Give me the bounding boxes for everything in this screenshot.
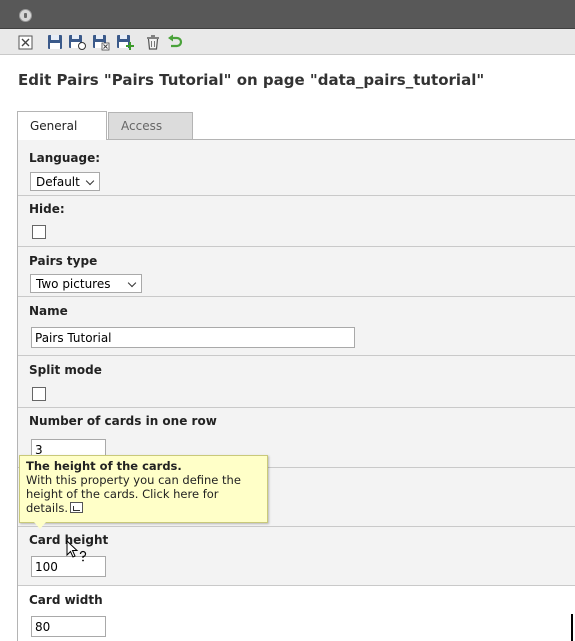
delete-icon[interactable] xyxy=(144,33,162,51)
tooltip-tail xyxy=(34,522,46,529)
cards-in-row-label: Number of cards in one row xyxy=(29,414,217,428)
page-title: Edit Pairs "Pairs Tutorial" on page "dat… xyxy=(18,71,485,89)
language-select[interactable]: Default xyxy=(30,172,100,191)
hide-label: Hide: xyxy=(29,202,65,216)
save-icon[interactable] xyxy=(46,33,64,51)
pairs-type-select-value: Two pictures xyxy=(36,277,111,291)
help-tooltip[interactable]: The height of the cards. With this prope… xyxy=(19,455,268,523)
language-select-value: Default xyxy=(36,175,80,189)
pairs-type-section: Pairs type Two pictures xyxy=(18,247,575,297)
language-label: Language: xyxy=(29,151,101,165)
help-cursor-icon xyxy=(66,540,87,562)
details-link-icon[interactable] xyxy=(69,502,83,513)
hide-checkbox[interactable] xyxy=(32,225,46,239)
tooltip-body: With this property you can define the he… xyxy=(26,473,241,515)
split-mode-label: Split mode xyxy=(29,363,102,377)
tab-general[interactable]: General xyxy=(17,111,107,140)
save-and-view-icon[interactable] xyxy=(68,33,86,51)
pairs-type-label: Pairs type xyxy=(29,254,98,268)
close-icon[interactable] xyxy=(17,33,35,51)
tooltip-title: The height of the cards. xyxy=(26,459,182,473)
save-and-new-icon[interactable] xyxy=(116,33,134,51)
name-section: Name Pairs Tutorial xyxy=(18,297,575,356)
card-height-section: Card height 100 xyxy=(18,527,575,586)
top-bar xyxy=(0,0,575,29)
edit-form: Language: Default Hide: Pairs type Two p… xyxy=(17,139,575,641)
card-width-section: Card width 80 xyxy=(18,586,575,641)
name-input[interactable]: Pairs Tutorial xyxy=(31,327,355,348)
card-width-label: Card width xyxy=(29,593,103,607)
split-mode-section: Split mode xyxy=(18,356,575,408)
toolbar xyxy=(0,29,575,55)
chevron-down-icon xyxy=(85,176,95,186)
name-label: Name xyxy=(29,304,68,318)
undo-icon[interactable] xyxy=(166,33,184,51)
language-section: Language: Default xyxy=(18,140,575,196)
card-width-input[interactable]: 80 xyxy=(31,616,106,637)
hide-section: Hide: xyxy=(18,196,575,247)
divider xyxy=(571,614,573,641)
pairs-type-select[interactable]: Two pictures xyxy=(30,274,142,293)
tab-access[interactable]: Access xyxy=(108,112,193,139)
save-and-close-icon[interactable] xyxy=(92,33,110,51)
chevron-down-icon xyxy=(127,278,137,288)
help-icon[interactable] xyxy=(19,9,32,22)
split-mode-checkbox[interactable] xyxy=(32,387,46,401)
